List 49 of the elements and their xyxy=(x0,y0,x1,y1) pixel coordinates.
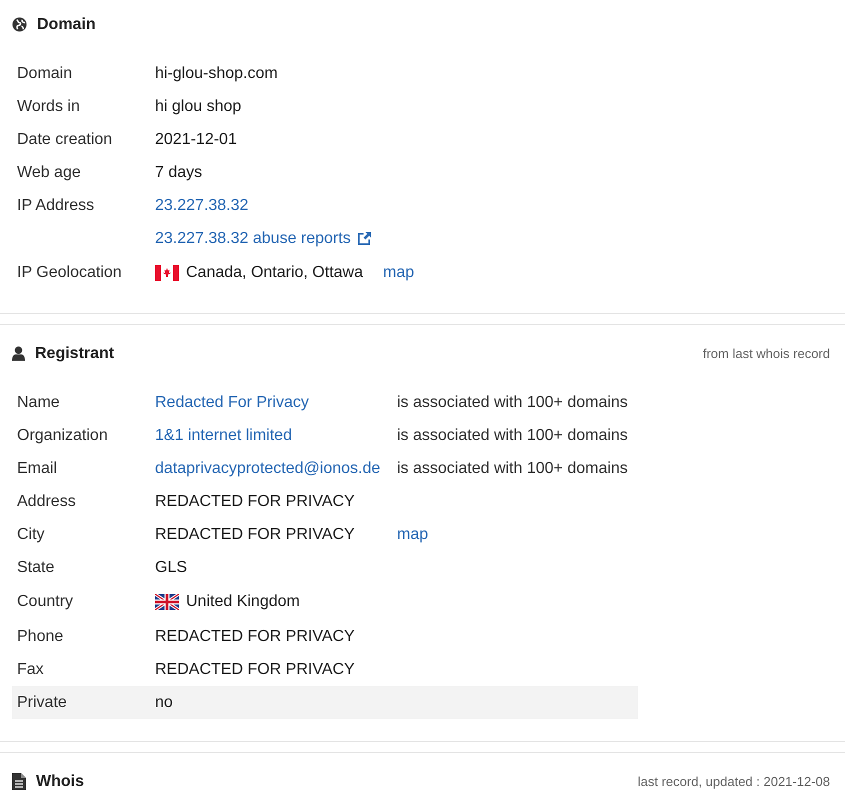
value-link[interactable]: 1&1 internet limited xyxy=(155,426,292,444)
field-value: United Kingdom xyxy=(186,593,300,611)
field-value: no xyxy=(155,694,173,712)
field-value: hi glou shop xyxy=(155,98,242,116)
field-label: Country xyxy=(17,593,74,610)
field-label: Private xyxy=(17,694,67,710)
map-link[interactable]: map xyxy=(382,264,414,282)
map-link[interactable]: map xyxy=(397,526,428,544)
section-title: Whois xyxy=(36,772,84,790)
field-label: City xyxy=(17,526,45,542)
field-label: Name xyxy=(17,394,60,410)
user-icon xyxy=(12,346,25,361)
value-link[interactable]: Redacted For Privacy xyxy=(155,394,309,412)
globe-icon xyxy=(12,17,27,32)
field-value: REDACTED FOR PRIVACY xyxy=(155,660,355,678)
association-text: is associated with 100+ domains xyxy=(397,426,628,444)
field-label: Web age xyxy=(17,164,81,180)
abuse-reports-link[interactable]: 23.227.38.32 abuse reports xyxy=(155,230,372,248)
flag-icon xyxy=(155,594,179,610)
field-label: Fax xyxy=(17,660,44,678)
field-label: Phone xyxy=(17,628,64,644)
field-value: REDACTED FOR PRIVACY xyxy=(155,628,355,646)
field-value: REDACTED FOR PRIVACY xyxy=(155,492,355,510)
section-title: Domain xyxy=(37,16,96,34)
field-value: hi-glou-shop.com xyxy=(155,64,278,82)
field-label: Address xyxy=(17,492,76,510)
value-link[interactable]: dataprivacyprotected@ionos.de xyxy=(155,460,380,478)
section-note: from last whois record xyxy=(702,346,830,361)
field-label: Date creation xyxy=(17,130,112,148)
external-link-icon xyxy=(356,231,372,246)
field-label: Organization xyxy=(17,426,108,444)
field-label: Domain xyxy=(17,64,72,82)
field-value: REDACTED FOR PRIVACY xyxy=(155,526,355,544)
association-text: is associated with 100+ domains xyxy=(397,394,628,412)
field-value: 2021-12-01 xyxy=(155,130,237,148)
field-value: Canada, Ontario, Ottawa xyxy=(186,264,363,282)
flag-icon xyxy=(155,265,179,281)
value-link[interactable]: 23.227.38.32 xyxy=(155,196,248,214)
section-title: Registrant xyxy=(35,344,114,362)
field-label: Words in xyxy=(17,98,80,114)
field-label: IP Address xyxy=(17,196,94,214)
field-value: 7 days xyxy=(155,164,202,182)
association-text: is associated with 100+ domains xyxy=(397,460,628,478)
field-label: Email xyxy=(17,460,58,476)
field-value: GLS xyxy=(155,558,188,576)
document-icon xyxy=(12,773,26,790)
field-label: State xyxy=(17,558,54,576)
field-label: IP Geolocation xyxy=(17,264,122,281)
section-note: last record, updated : 2021-12-08 xyxy=(638,774,830,789)
